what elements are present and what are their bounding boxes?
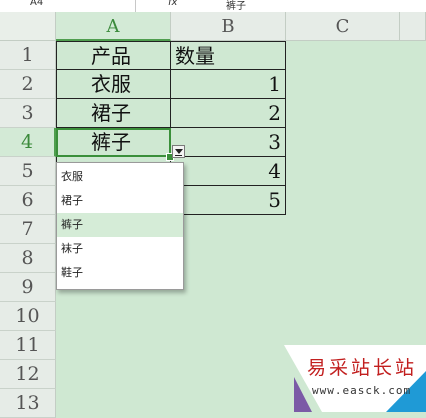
row-header-13[interactable]: 13: [0, 389, 56, 418]
column-header-a[interactable]: A: [56, 12, 171, 41]
row-header-9[interactable]: 9: [0, 273, 56, 302]
validation-dropdown-list: 衣服 裙子 裤子 袜子 鞋子: [56, 162, 184, 290]
dropdown-option[interactable]: 衣服: [57, 165, 183, 189]
formula-input[interactable]: 裤子: [226, 0, 246, 12]
dropdown-option[interactable]: 鞋子: [57, 261, 183, 285]
dropdown-option[interactable]: 裙子: [57, 189, 183, 213]
watermark: 易采站长站 www.easck.com: [284, 345, 426, 412]
row-header-3[interactable]: 3: [0, 99, 56, 128]
cell-a3[interactable]: 裙子: [56, 99, 171, 128]
name-box-separator: [135, 0, 136, 12]
name-box[interactable]: A4: [30, 0, 130, 9]
cell-a1[interactable]: 产品: [56, 41, 171, 70]
row-header-7[interactable]: 7: [0, 215, 56, 244]
cell-b6[interactable]: 5: [171, 186, 286, 215]
cell-b1[interactable]: 数量: [171, 41, 286, 70]
dropdown-arrow-icon: [175, 149, 183, 154]
row-header-10[interactable]: 10: [0, 302, 56, 331]
cell-b2[interactable]: 1: [171, 70, 286, 99]
column-header-c[interactable]: C: [286, 12, 400, 41]
select-all-corner[interactable]: [0, 12, 56, 41]
dropdown-option[interactable]: 袜子: [57, 237, 183, 261]
cell-b4[interactable]: 3: [171, 128, 286, 157]
cell-b5[interactable]: 4: [171, 157, 286, 186]
column-header-b[interactable]: B: [171, 12, 286, 41]
row-header-5[interactable]: 5: [0, 157, 56, 186]
row-header-2[interactable]: 2: [0, 70, 56, 99]
watermark-swoosh-purple: [294, 377, 312, 412]
column-header-d[interactable]: [400, 12, 426, 41]
row-header-12[interactable]: 12: [0, 360, 56, 389]
row-header-6[interactable]: 6: [0, 186, 56, 215]
watermark-url: www.easck.com: [312, 384, 412, 397]
dropdown-underline: [175, 155, 182, 156]
cell-b3[interactable]: 2: [171, 99, 286, 128]
row-header-1[interactable]: 1: [0, 41, 56, 70]
row-header-4[interactable]: 4: [0, 128, 56, 157]
cell-a2[interactable]: 衣服: [56, 70, 171, 99]
watermark-text: 易采站长站: [307, 357, 418, 379]
fx-icon[interactable]: fx: [168, 0, 177, 8]
row-header-11[interactable]: 11: [0, 331, 56, 360]
row-header-8[interactable]: 8: [0, 244, 56, 273]
validation-dropdown-button[interactable]: [172, 145, 185, 158]
active-cell-outline: [56, 128, 171, 157]
dropdown-option-selected[interactable]: 裤子: [57, 213, 183, 237]
